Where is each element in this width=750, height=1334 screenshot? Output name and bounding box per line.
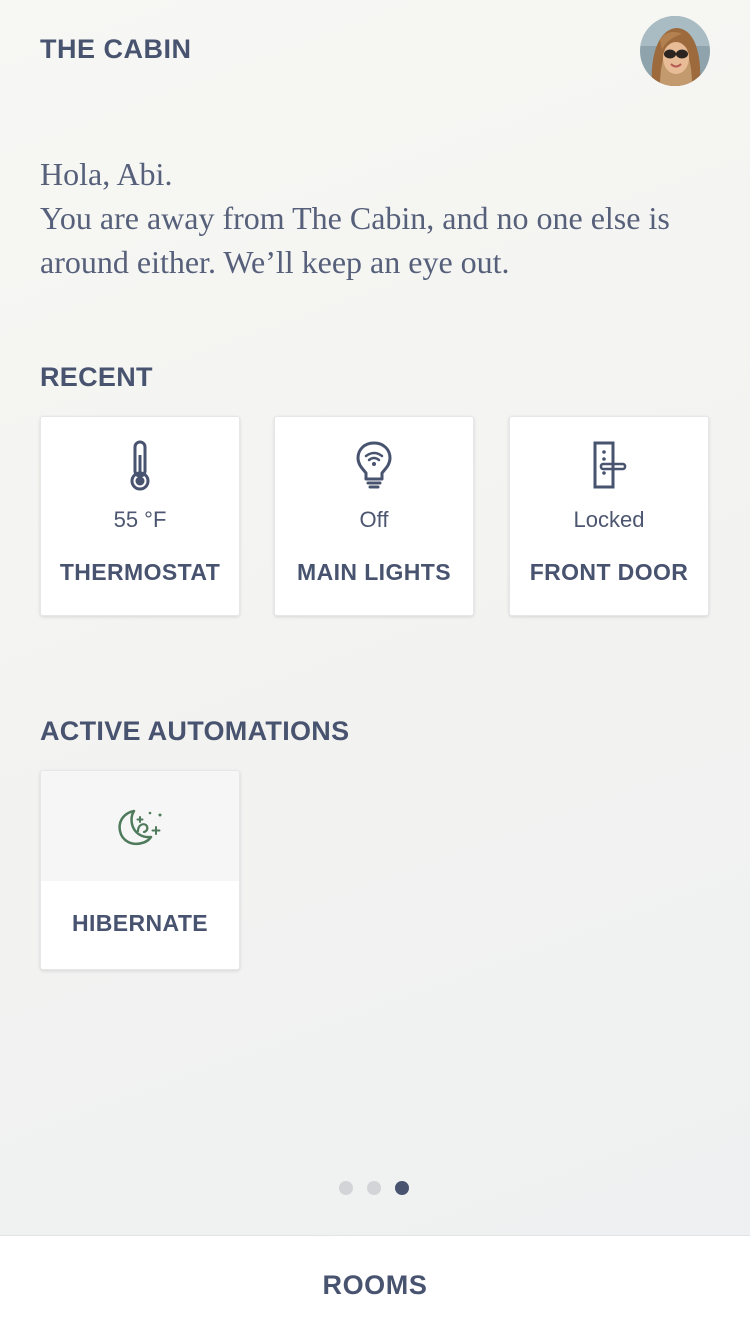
automations-section-title: ACTIVE AUTOMATIONS [40, 716, 350, 746]
hibernate-label: HIBERNATE [71, 910, 209, 936]
main-lights-label: MAIN LIGHTS [297, 559, 451, 585]
hibernate-automation-card[interactable]: HIBERNATE [40, 770, 240, 970]
recent-section-title: RECENT [40, 362, 153, 392]
lightbulb-icon [356, 441, 392, 489]
greeting-text: Hola, Abi. You are away from The Cabin, … [40, 152, 720, 284]
page-dot-2[interactable] [367, 1181, 381, 1195]
page-indicator[interactable] [339, 1181, 409, 1195]
home-title[interactable]: THE CABIN [40, 34, 192, 65]
user-avatar-icon [640, 16, 710, 86]
thermostat-value: 55 °F [113, 507, 167, 532]
rooms-button[interactable]: ROOMS [0, 1270, 750, 1301]
front-door-label: FRONT DOOR [529, 559, 689, 585]
front-door-value: Locked [573, 507, 645, 532]
thermostat-card[interactable]: 55 °F THERMOSTAT [40, 416, 240, 616]
greeting-salutation: Hola, Abi. [40, 156, 173, 192]
greeting-status: You are away from The Cabin, and no one … [40, 200, 670, 280]
moon-stars-icon [118, 809, 162, 846]
front-door-card[interactable]: Locked FRONT DOOR [509, 416, 709, 616]
main-lights-value: Off [359, 507, 389, 532]
bottom-nav[interactable]: ROOMS [0, 1235, 750, 1334]
main-lights-card[interactable]: Off MAIN LIGHTS [274, 416, 474, 616]
thermostat-label: THERMOSTAT [59, 559, 221, 585]
door-lock-icon [593, 441, 627, 489]
avatar[interactable] [640, 16, 710, 86]
thermometer-icon [130, 440, 150, 491]
page-dot-1[interactable] [339, 1181, 353, 1195]
page-dot-3-active[interactable] [395, 1181, 409, 1195]
